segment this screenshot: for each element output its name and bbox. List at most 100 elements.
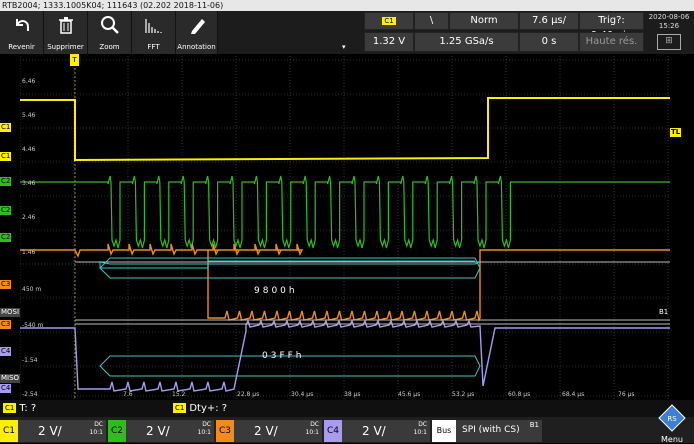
c2-tag: C2	[108, 420, 126, 442]
trigger-source[interactable]: C1	[364, 12, 414, 30]
c3-coupling: DC 10:1	[305, 421, 319, 436]
duty-measurement[interactable]: C1 Dty+: ?	[173, 403, 227, 414]
c1-scale: 2 V/	[38, 424, 62, 438]
bus-protocol: SPI (with CS)	[462, 425, 520, 435]
c1-trace	[20, 97, 670, 162]
c1-tag: C1	[0, 420, 18, 442]
title-bar: RTB2004; 1333.1005K04; 111643 (02.202 20…	[0, 0, 694, 11]
level-label: 2.46	[22, 214, 36, 221]
channel-c4-tile[interactable]: C4 2 V/ DC 10:1	[324, 420, 430, 442]
c2-trace	[20, 175, 670, 249]
time-axis-label: 22.8 µs	[237, 391, 260, 398]
level-label: 4.46	[22, 146, 36, 153]
c3-marker[interactable]: C3	[0, 320, 12, 329]
miso-marker[interactable]: MISO	[0, 374, 21, 383]
c1-offset-marker[interactable]: C1	[0, 152, 12, 161]
time-axis-label: 15.2	[172, 391, 186, 398]
fft-button[interactable]: FFT	[132, 11, 176, 54]
rs-logo-icon: RS	[658, 404, 686, 432]
c2-coupling: DC 10:1	[197, 421, 211, 436]
period-measurement[interactable]: C1 T: ?	[3, 403, 36, 414]
c4-scale: 2 V/	[362, 424, 386, 438]
c3-ref-marker[interactable]: C3	[0, 280, 12, 289]
chevron-down-icon[interactable]: ▾	[342, 43, 346, 51]
channel-c2-tile[interactable]: C2 2 V/ DC 10:1	[108, 420, 214, 442]
trash-icon	[59, 17, 73, 34]
clock-date: 2020-08-06	[648, 13, 690, 21]
annotation-label: Annotation	[177, 43, 216, 51]
time-axis-label: 76 µs	[618, 391, 635, 398]
undo-label: Revenir	[8, 43, 35, 51]
time-axis-label: 7.6	[123, 391, 133, 398]
c3-scale: 2 V/	[254, 424, 278, 438]
c3-tag: C3	[216, 420, 234, 442]
delete-label: Supprimer	[47, 43, 84, 51]
waveform-canvas	[20, 56, 670, 399]
time-axis-label: 60.8 µs	[508, 391, 531, 398]
timebase-value[interactable]: 7.6 µs/	[519, 12, 579, 30]
gridlines	[20, 56, 670, 399]
c2-marker[interactable]: C2	[0, 233, 12, 242]
trigger-time-marker[interactable]: T	[70, 54, 79, 66]
trigger-slope-icon	[414, 12, 449, 30]
bus-decode-lines	[75, 257, 670, 377]
c4-tag: C4	[324, 420, 342, 442]
level-label: 5.46	[22, 112, 36, 119]
level-label: 1.46	[22, 249, 36, 256]
menu-button[interactable]: RS Menu	[652, 404, 692, 444]
acquisition-resolution[interactable]: Haute rés.	[579, 32, 644, 52]
clock: 2020-08-06 15:26 ⊞	[644, 11, 694, 54]
miso-decoded-value: 03FFh	[262, 351, 305, 361]
level-label: -540 m	[22, 322, 44, 329]
c3-trace	[20, 243, 670, 323]
c1-coupling: DC 10:1	[89, 421, 103, 436]
zoom-icon	[101, 16, 119, 34]
trigger-level-marker[interactable]: TL	[670, 128, 682, 137]
bus-tag: Bus	[432, 420, 456, 442]
sample-rate[interactable]: 1.25 GSa/s	[414, 32, 519, 52]
c2-offset-marker[interactable]: C2	[0, 177, 12, 186]
toolbar: Revenir Supprimer Zoom FFT Annotation C1…	[0, 11, 694, 54]
time-axis-label: 53.2 µs	[452, 391, 475, 398]
annotation-icon	[191, 19, 205, 34]
level-label: 6.46	[22, 78, 36, 85]
fft-icon	[145, 19, 162, 33]
level-label: -2.54	[22, 391, 38, 398]
svg-text:RS: RS	[667, 415, 677, 423]
channel-c1-tile[interactable]: C1 2 V/ DC 10:1	[0, 420, 106, 442]
mosi-decoded-value: 9800h	[254, 286, 298, 296]
measurement-bar: C1 T: ? C1 Dty+: ?	[0, 400, 694, 417]
annotation-button[interactable]: Annotation	[176, 11, 218, 54]
c2-ref-marker[interactable]: C2	[0, 206, 12, 215]
delete-button[interactable]: Supprimer	[44, 11, 88, 54]
waveform-grid	[20, 56, 670, 399]
level-label: 450 m	[22, 286, 42, 293]
channel-c3-tile[interactable]: C3 2 V/ DC 10:1	[216, 420, 322, 442]
c2-scale: 2 V/	[146, 424, 170, 438]
undo-button[interactable]: Revenir	[0, 11, 44, 54]
bus-tile[interactable]: Bus SPI (with CS) B1	[432, 420, 542, 442]
trigger-mode[interactable]: Norm	[449, 12, 519, 30]
clock-time: 15:26	[658, 22, 680, 30]
bus-id: B1	[529, 421, 539, 429]
c1-ref-marker[interactable]: C1	[0, 123, 12, 132]
c4-marker[interactable]: C4	[0, 384, 12, 393]
grid-settings-icon[interactable]: ⊞	[657, 34, 681, 50]
trigger-level[interactable]: 1.32 V	[364, 32, 414, 52]
zoom-button[interactable]: Zoom	[88, 11, 132, 54]
channel-bar: C1 2 V/ DC 10:1 C2 2 V/ DC 10:1 C3 2 V/ DC…	[0, 404, 694, 444]
c4-ref-marker[interactable]: C4	[0, 347, 12, 356]
trigger-time[interactable]: Trig?: 9:40min	[579, 12, 644, 41]
level-label: 3.46	[22, 180, 36, 187]
mosi-marker[interactable]: MOSI	[0, 308, 21, 317]
undo-icon	[16, 19, 29, 31]
time-axis-label: 68.4 µs	[562, 391, 585, 398]
c4-coupling: DC 10:1	[413, 421, 427, 436]
time-axis-label: 38 µs	[344, 391, 361, 398]
time-axis-label: 30.4 µs	[291, 391, 314, 398]
horizontal-offset[interactable]: 0 s	[519, 32, 579, 52]
zoom-label: Zoom	[99, 43, 120, 51]
time-axis-label: 45.6 µs	[398, 391, 421, 398]
fft-label: FFT	[147, 43, 160, 51]
level-label: -1.54	[22, 357, 38, 364]
